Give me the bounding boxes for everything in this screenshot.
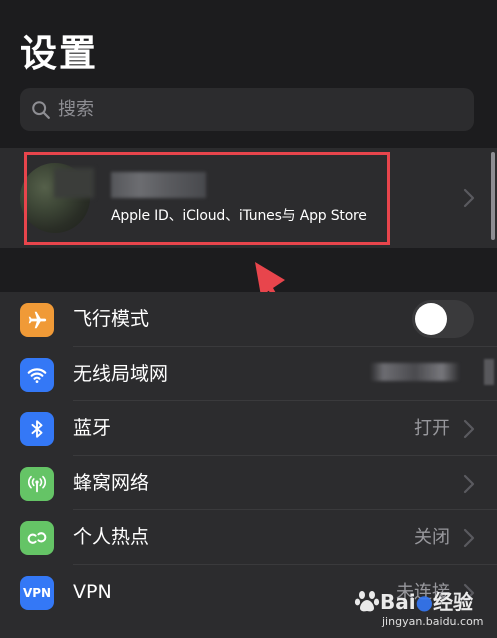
row-label: 飞行模式: [73, 308, 150, 330]
row-label: VPN: [73, 580, 112, 603]
search-icon: [32, 100, 50, 119]
settings-row-personal-hotspot[interactable]: 个人热点 关闭: [0, 510, 497, 565]
pixelated-network-name: [370, 362, 460, 381]
settings-row-wifi[interactable]: 无线局域网: [0, 347, 497, 401]
row-value: 关闭: [414, 527, 450, 548]
annotation-highlight-box: [24, 152, 390, 245]
chevron-right-icon: [463, 419, 475, 439]
settings-row-bluetooth[interactable]: 蓝牙 打开: [0, 401, 497, 456]
watermark-brand: Bai●经验: [380, 590, 474, 614]
vpn-icon-text: VPN: [22, 585, 52, 600]
chevron-right-icon: [463, 474, 475, 493]
chevron-right-icon: [463, 188, 475, 208]
search-bar[interactable]: [20, 88, 474, 131]
hotspot-icon: [20, 521, 54, 555]
scrollbar[interactable]: [491, 152, 495, 240]
cellular-icon: [20, 466, 54, 501]
row-label: 无线局域网: [73, 362, 169, 385]
row-label: 蜂窝网络: [73, 471, 150, 494]
watermark-url: jingyan.baidu.com: [382, 615, 484, 628]
settings-row-cellular[interactable]: 蜂窝网络: [0, 456, 497, 510]
airplane-mode-toggle[interactable]: [412, 300, 474, 338]
bluetooth-icon: [20, 412, 54, 446]
wifi-icon: [20, 357, 54, 392]
search-input[interactable]: [56, 98, 440, 121]
vpn-icon: VPN: [20, 575, 54, 610]
paw-logo-icon: [354, 591, 380, 612]
toggle-knob: [415, 303, 447, 335]
pixelated-region: [484, 358, 494, 385]
chevron-right-icon: [463, 528, 475, 548]
page-title: 设置: [20, 32, 98, 75]
row-value: 打开: [414, 418, 450, 439]
row-label: 个人热点: [73, 526, 150, 548]
baidu-jingyan-watermark: Bai●经验 jingyan.baidu.com: [352, 586, 492, 634]
airplane-icon: [20, 303, 54, 337]
settings-row-airplane-mode[interactable]: 飞行模式: [0, 292, 497, 347]
row-label: 蓝牙: [73, 417, 112, 439]
